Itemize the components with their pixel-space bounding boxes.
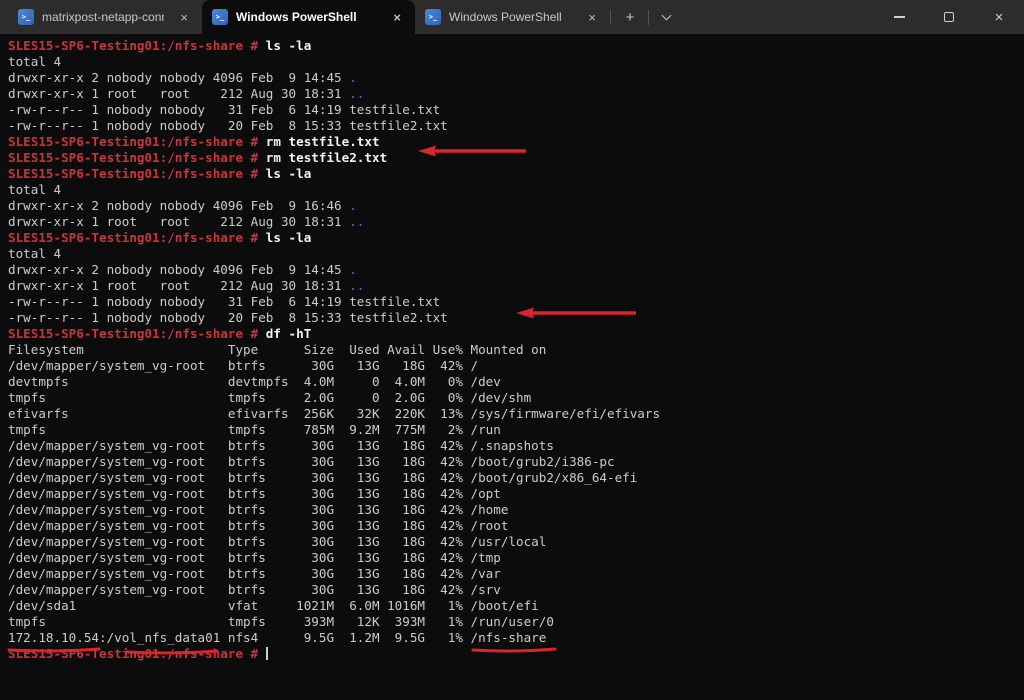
terminal-line: Filesystem Type Size Used Avail Use% Mou… xyxy=(8,342,1024,358)
powershell-icon: >_ xyxy=(425,9,441,25)
tab-bar: >_ matrixpost-netapp-connector( × >_ Win… xyxy=(0,0,1024,34)
terminal-line: /dev/mapper/system_vg-root btrfs 30G 13G… xyxy=(8,358,1024,374)
terminal-line: SLES15-SP6-Testing01:/nfs-share # ls -la xyxy=(8,230,1024,246)
terminal-line: SLES15-SP6-Testing01:/nfs-share # rm tes… xyxy=(8,134,1024,150)
close-tab-icon[interactable]: × xyxy=(584,9,600,26)
tab-title: Windows PowerShell xyxy=(236,10,377,24)
tab-title: matrixpost-netapp-connector( xyxy=(42,10,164,24)
terminal-line: drwxr-xr-x 1 root root 212 Aug 30 18:31 … xyxy=(8,86,1024,102)
terminal-line: /dev/mapper/system_vg-root btrfs 30G 13G… xyxy=(8,518,1024,534)
terminal-line: drwxr-xr-x 2 nobody nobody 4096 Feb 9 14… xyxy=(8,70,1024,86)
terminal-line: /dev/mapper/system_vg-root btrfs 30G 13G… xyxy=(8,582,1024,598)
terminal-line: 172.18.10.54:/vol_nfs_data01 nfs4 9.5G 1… xyxy=(8,630,1024,646)
terminal-line: drwxr-xr-x 1 root root 212 Aug 30 18:31 … xyxy=(8,214,1024,230)
tabbar-divider xyxy=(610,10,611,25)
terminal-line: /dev/mapper/system_vg-root btrfs 30G 13G… xyxy=(8,454,1024,470)
terminal-line: /dev/mapper/system_vg-root btrfs 30G 13G… xyxy=(8,566,1024,582)
terminal-line: tmpfs tmpfs 393M 12K 393M 1% /run/user/0 xyxy=(8,614,1024,630)
terminal-line: SLES15-SP6-Testing01:/nfs-share # ls -la xyxy=(8,38,1024,54)
terminal-line: -rw-r--r-- 1 nobody nobody 20 Feb 8 15:3… xyxy=(8,310,1024,326)
minimize-icon xyxy=(894,16,905,18)
text-cursor xyxy=(266,647,268,660)
new-tab-button[interactable]: + xyxy=(617,10,643,25)
powershell-icon: >_ xyxy=(212,9,228,25)
terminal-line: SLES15-SP6-Testing01:/nfs-share # rm tes… xyxy=(8,150,1024,166)
close-tab-icon[interactable]: × xyxy=(389,9,405,26)
terminal-line: -rw-r--r-- 1 nobody nobody 20 Feb 8 15:3… xyxy=(8,118,1024,134)
terminal-line: -rw-r--r-- 1 nobody nobody 31 Feb 6 14:1… xyxy=(8,294,1024,310)
terminal-line: tmpfs tmpfs 785M 9.2M 775M 2% /run xyxy=(8,422,1024,438)
terminal-line: total 4 xyxy=(8,182,1024,198)
terminal-line: -rw-r--r-- 1 nobody nobody 31 Feb 6 14:1… xyxy=(8,102,1024,118)
maximize-button[interactable] xyxy=(924,0,974,34)
tab-dropdown-button[interactable] xyxy=(654,7,680,27)
terminal-window: >_ matrixpost-netapp-connector( × >_ Win… xyxy=(0,0,1024,700)
terminal-line: /dev/mapper/system_vg-root btrfs 30G 13G… xyxy=(8,534,1024,550)
tab-matrixpost-netapp-connector[interactable]: >_ matrixpost-netapp-connector( × xyxy=(8,0,202,34)
tabbar-divider xyxy=(648,10,649,25)
terminal-line: /dev/mapper/system_vg-root btrfs 30G 13G… xyxy=(8,502,1024,518)
terminal-line: /dev/mapper/system_vg-root btrfs 30G 13G… xyxy=(8,470,1024,486)
terminal-line: devtmpfs devtmpfs 4.0M 0 4.0M 0% /dev xyxy=(8,374,1024,390)
tab-windows-powershell-active[interactable]: >_ Windows PowerShell × xyxy=(202,0,415,34)
terminal-line: SLES15-SP6-Testing01:/nfs-share # ls -la xyxy=(8,166,1024,182)
chevron-down-icon xyxy=(662,11,672,21)
terminal-line: drwxr-xr-x 2 nobody nobody 4096 Feb 9 14… xyxy=(8,262,1024,278)
maximize-icon xyxy=(944,12,954,22)
terminal-line: /dev/sda1 vfat 1021M 6.0M 1016M 1% /boot… xyxy=(8,598,1024,614)
terminal-line: total 4 xyxy=(8,246,1024,262)
terminal-line: drwxr-xr-x 2 nobody nobody 4096 Feb 9 16… xyxy=(8,198,1024,214)
terminal-output[interactable]: SLES15-SP6-Testing01:/nfs-share # ls -la… xyxy=(0,34,1024,700)
powershell-icon: >_ xyxy=(18,9,34,25)
close-tab-icon[interactable]: × xyxy=(176,9,192,26)
terminal-line: drwxr-xr-x 1 root root 212 Aug 30 18:31 … xyxy=(8,278,1024,294)
terminal-line: /dev/mapper/system_vg-root btrfs 30G 13G… xyxy=(8,438,1024,454)
terminal-line: SLES15-SP6-Testing01:/nfs-share # df -hT xyxy=(8,326,1024,342)
terminal-line: tmpfs tmpfs 2.0G 0 2.0G 0% /dev/shm xyxy=(8,390,1024,406)
terminal-line: /dev/mapper/system_vg-root btrfs 30G 13G… xyxy=(8,486,1024,502)
minimize-button[interactable] xyxy=(874,0,924,34)
terminal-line: /dev/mapper/system_vg-root btrfs 30G 13G… xyxy=(8,550,1024,566)
window-controls: × xyxy=(874,0,1024,34)
terminal-line: efivarfs efivarfs 256K 32K 220K 13% /sys… xyxy=(8,406,1024,422)
tab-title: Windows PowerShell xyxy=(449,10,572,24)
tab-windows-powershell[interactable]: >_ Windows PowerShell × xyxy=(415,0,610,34)
terminal-line: total 4 xyxy=(8,54,1024,70)
close-window-button[interactable]: × xyxy=(974,0,1024,34)
terminal-line: SLES15-SP6-Testing01:/nfs-share # xyxy=(8,646,1024,662)
